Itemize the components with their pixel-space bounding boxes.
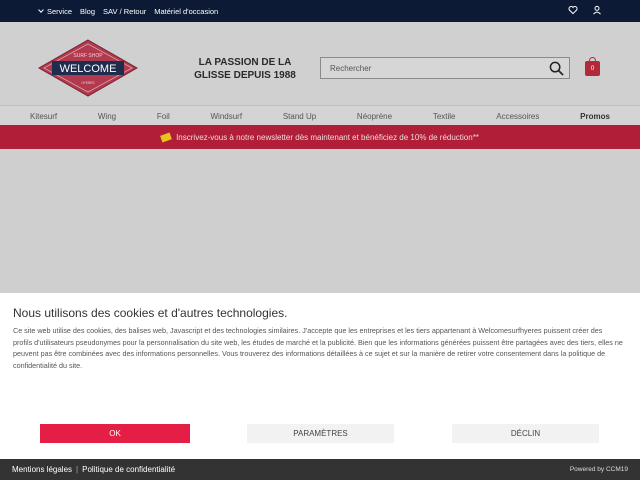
- heart-icon[interactable]: [568, 5, 578, 15]
- main-nav: Kitesurf Wing Foil Windsurf Stand Up Néo…: [0, 105, 640, 125]
- newsletter-text: Inscrivez-vous à notre newsletter dès ma…: [176, 132, 479, 142]
- privacy-policy-link[interactable]: Politique de confidentialité: [82, 465, 175, 474]
- mentions-legales-link[interactable]: Mentions légales: [12, 465, 72, 474]
- search-icon[interactable]: [549, 61, 564, 76]
- nav-item-neoprene[interactable]: Néoprène: [357, 112, 392, 121]
- sav-link[interactable]: SAV / Retour: [103, 7, 146, 16]
- service-label: Service: [47, 7, 73, 16]
- ok-button[interactable]: OK: [40, 424, 190, 443]
- cookie-title: Nous utilisons des cookies et d'autres t…: [13, 306, 288, 320]
- search-input[interactable]: [321, 58, 541, 78]
- chevron-down-icon: [38, 7, 44, 13]
- consent-footer: Mentions légales | Politique de confiden…: [0, 459, 640, 480]
- tagline-line-2: GLISSE DEPUIS 1988: [194, 70, 296, 81]
- cookie-consent-panel: Nous utilisons des cookies et d'autres t…: [0, 293, 640, 459]
- envelope-icon: [160, 132, 172, 142]
- top-bar: Service Blog SAV / Retour Matériel d'occ…: [0, 0, 640, 22]
- search-box: [320, 57, 570, 79]
- nav-item-foil[interactable]: Foil: [157, 112, 170, 121]
- nav-item-promos[interactable]: Promos: [580, 112, 610, 121]
- cookie-body: Ce site web utilise des cookies, des bal…: [13, 326, 623, 370]
- welcome-logo[interactable]: SURF SHOP WELCOME HYERES: [38, 39, 138, 97]
- top-links: Service Blog SAV / Retour Matériel d'occ…: [38, 7, 218, 16]
- nav-item-kitesurf[interactable]: Kitesurf: [30, 112, 57, 121]
- logo-top-text: SURF SHOP: [73, 53, 103, 59]
- newsletter-banner[interactable]: Inscrivez-vous à notre newsletter dès ma…: [0, 125, 640, 149]
- tagline-line-1: LA PASSION DE LA: [198, 57, 292, 68]
- footer-separator: |: [76, 465, 79, 474]
- user-icon[interactable]: [592, 5, 602, 15]
- nav-item-windsurf[interactable]: Windsurf: [211, 112, 243, 121]
- nav-item-stand-up[interactable]: Stand Up: [283, 112, 316, 121]
- logo-bottom-text: HYERES: [81, 81, 94, 85]
- logo-main-text: WELCOME: [60, 63, 117, 75]
- top-icons: [568, 5, 602, 15]
- occasion-link[interactable]: Matériel d'occasion: [154, 7, 218, 16]
- legal-links: Mentions légales | Politique de confiden…: [12, 465, 175, 474]
- nav-item-accessoires[interactable]: Accessoires: [496, 112, 539, 121]
- shopping-bag-icon: [589, 57, 596, 63]
- cart-count: 0: [590, 65, 595, 72]
- site-header: SURF SHOP WELCOME HYERES LA PASSION DE L…: [0, 22, 640, 105]
- service-menu[interactable]: Service: [38, 7, 72, 16]
- cart-button[interactable]: 0: [585, 57, 600, 76]
- tagline: LA PASSION DE LA GLISSE DEPUIS 1988: [180, 56, 310, 82]
- nav-item-wing[interactable]: Wing: [98, 112, 116, 121]
- nav-item-textile[interactable]: Textile: [433, 112, 456, 121]
- decline-button[interactable]: DÉCLIN: [452, 424, 599, 443]
- powered-by[interactable]: Powered by CCM19: [570, 466, 628, 473]
- parametres-button[interactable]: PARAMÈTRES: [247, 424, 394, 443]
- blog-link[interactable]: Blog: [80, 7, 95, 16]
